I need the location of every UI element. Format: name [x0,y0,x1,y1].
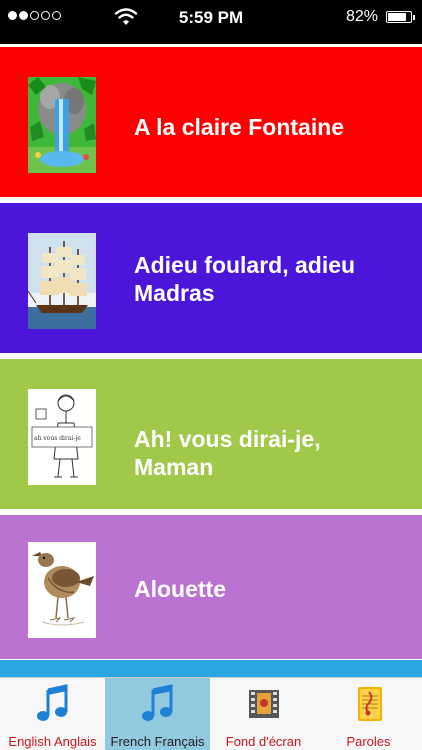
tab-lyrics[interactable]: Paroles [316,678,421,750]
song-title: Adieu foulard, adieu Madras [134,252,356,306]
music-note-icon [142,684,173,721]
song-row[interactable]: A la claire Fontaine [0,44,422,200]
sailing-ship-thumbnail [28,233,96,329]
tab-label: Paroles [346,734,391,749]
song-row[interactable]: Alouette [0,512,422,662]
tab-label: English Anglais [8,734,97,749]
song-title: A la claire Fontaine [134,114,345,140]
battery-percent: 82% [345,8,378,25]
song-title: Alouette [134,576,226,602]
song-row[interactable]: ah vous dirai-je Ah! vous dirai-je, Mama… [0,356,422,512]
tab-english[interactable]: English Anglais [0,678,105,750]
tab-bar: English Anglais French Français Fond d'é… [0,677,422,750]
battery-icon [386,11,412,23]
waterfall-thumbnail [28,77,96,173]
child-sketch-thumbnail: ah vous dirai-je [28,389,96,485]
tab-wallpaper[interactable]: Fond d'écran [211,678,316,750]
svg-text:ah vous dirai-je: ah vous dirai-je [34,435,81,442]
lark-bird-thumbnail [28,542,96,638]
tab-label: French Français [110,734,205,749]
tab-label: Fond d'écran [225,734,302,749]
tab-french[interactable]: French Français [105,678,210,750]
film-icon [249,690,279,718]
song-title: Ah! vous dirai-je, Maman [134,426,321,480]
status-bar: 5:59 PM 82% [0,0,422,44]
next-row-peek [0,660,422,677]
music-note-icon [37,684,68,721]
song-row[interactable]: Adieu foulard, adieu Madras [0,200,422,356]
sheet-music-icon [358,687,382,721]
